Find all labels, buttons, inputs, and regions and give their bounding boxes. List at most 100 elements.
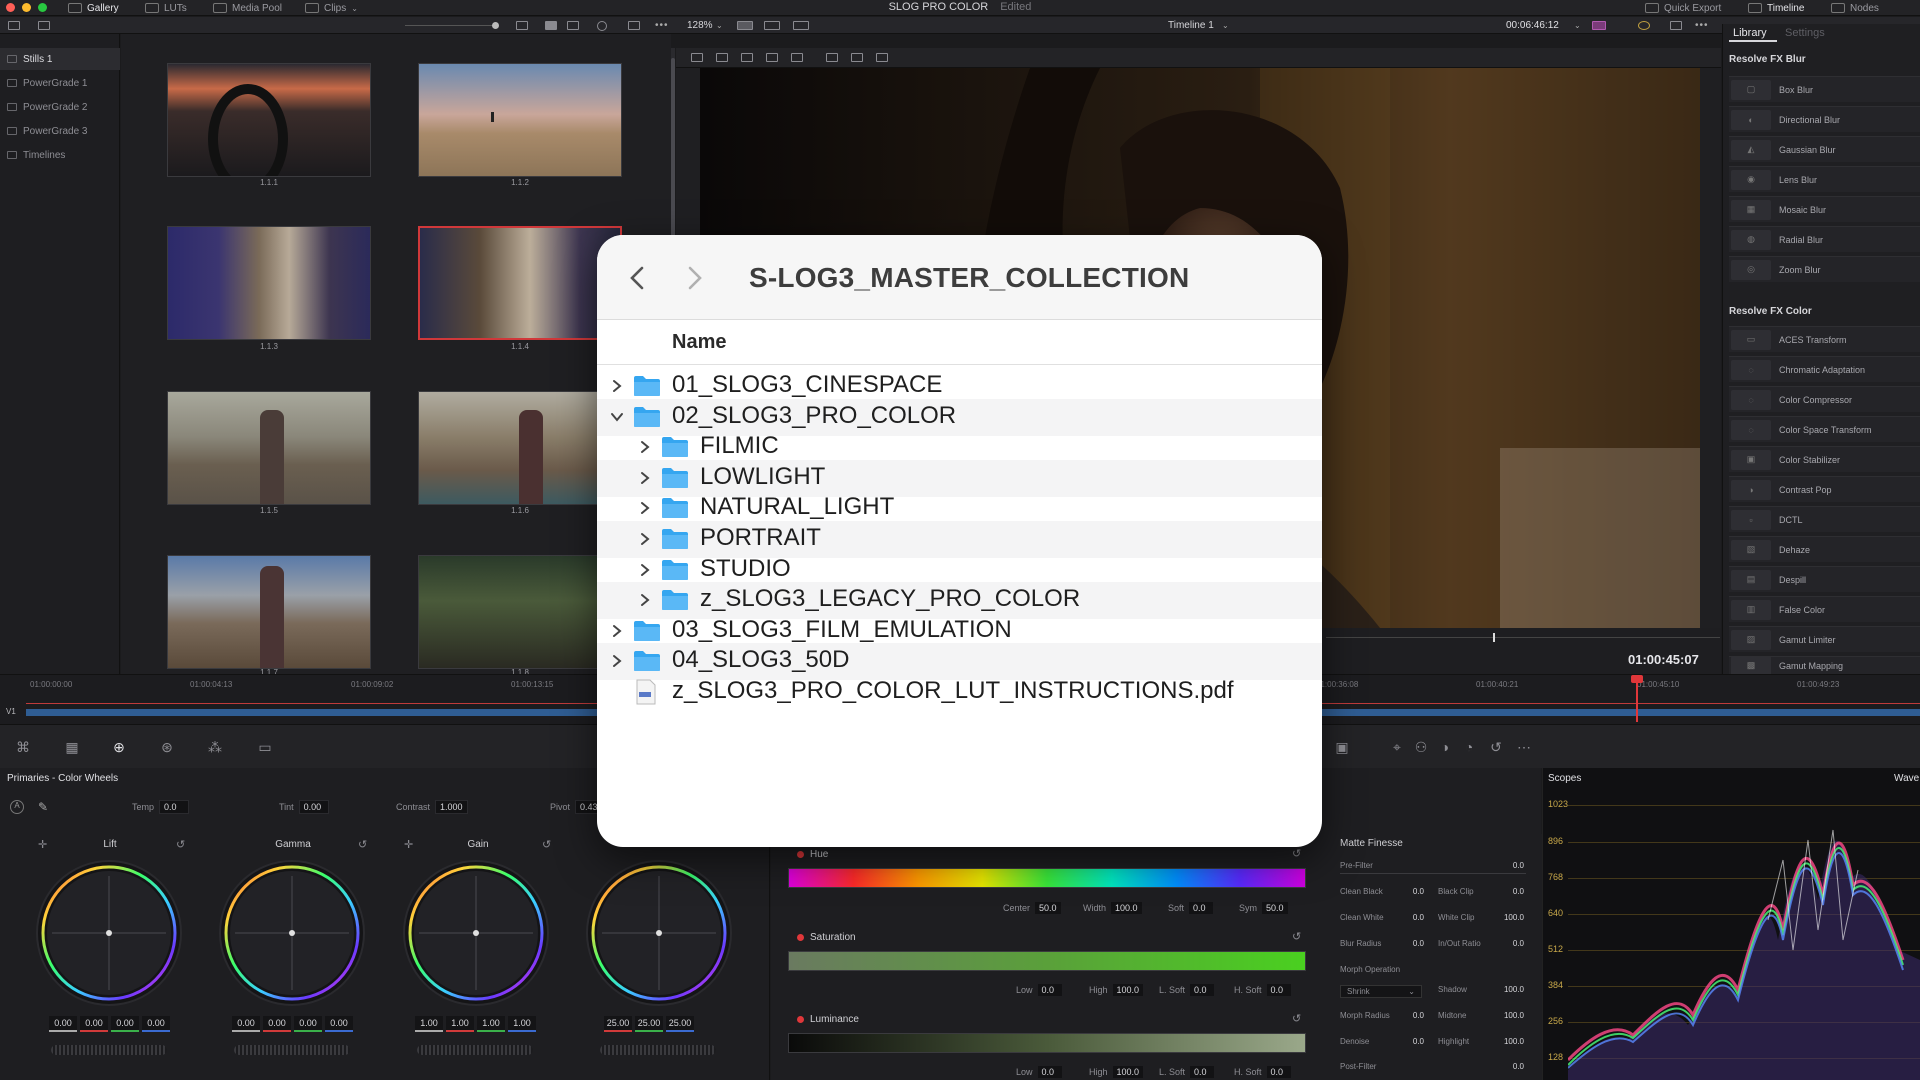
swap-tool-icon[interactable]	[741, 53, 753, 62]
value-y[interactable]: 1.00	[415, 1016, 443, 1032]
morph-operation-select[interactable]: Shrink ⌄	[1340, 985, 1422, 998]
forward-chevron-icon[interactable]	[685, 265, 705, 291]
fx-item[interactable]: ◑ Contrast Pop	[1729, 476, 1920, 502]
fullscreen-icon[interactable]	[1670, 21, 1682, 30]
expand-icon[interactable]	[628, 21, 640, 30]
scrubber-track[interactable]	[1326, 637, 1720, 638]
zoom-level[interactable]: 128%	[687, 18, 713, 33]
chevron-right-icon[interactable]	[637, 439, 653, 455]
search-icon[interactable]	[597, 21, 607, 31]
clean-black-value[interactable]: 0.0	[1400, 887, 1424, 896]
value-g[interactable]: 1.00	[477, 1016, 505, 1032]
fx-item[interactable]: ▭ ACES Transform	[1729, 326, 1920, 352]
window-icon[interactable]: ⚇	[1412, 739, 1430, 755]
tab-media-pool[interactable]: Media Pool	[213, 1, 282, 15]
album-timelines[interactable]: Timelines	[0, 144, 120, 166]
wipe-viewer-icon[interactable]	[793, 21, 809, 30]
chevron-down-icon[interactable]: ⌄	[1574, 18, 1581, 33]
more-options-icon[interactable]: •••	[655, 18, 669, 33]
value-r[interactable]: 1.00	[446, 1016, 474, 1032]
tint-field[interactable]: 0.00	[298, 800, 329, 814]
tracker-icon[interactable]: ◑	[1436, 739, 1454, 755]
playhead-handle[interactable]	[1631, 675, 1643, 683]
fx-item[interactable]: ◌ Color Space Transform	[1729, 416, 1920, 442]
value-g[interactable]: 0.00	[111, 1016, 139, 1032]
fx-item[interactable]: ◐ Directional Blur	[1729, 106, 1920, 132]
denoise-value[interactable]: 0.0	[1400, 1037, 1424, 1046]
magic-mask-icon[interactable]: ▣	[1333, 739, 1351, 755]
reset-icon[interactable]: ↺	[1487, 739, 1505, 755]
split-viewer-icon[interactable]	[764, 21, 780, 30]
saturation-bar[interactable]	[788, 951, 1306, 971]
sort-icon[interactable]	[516, 21, 528, 30]
fx-item[interactable]: ◍ Radial Blur	[1729, 226, 1920, 252]
fx-item[interactable]: ◌ Chromatic Adaptation	[1729, 356, 1920, 382]
value-y[interactable]: 0.00	[232, 1016, 260, 1032]
list-view-icon[interactable]	[567, 21, 579, 30]
column-header[interactable]: Name	[597, 321, 1322, 365]
fx-item[interactable]: ▦ Mosaic Blur	[1729, 196, 1920, 222]
refresh-icon[interactable]	[1638, 21, 1650, 30]
fx-item[interactable]: ▤ Despill	[1729, 566, 1920, 592]
value-y[interactable]: 0.00	[49, 1016, 77, 1032]
chevron-right-icon[interactable]	[637, 592, 653, 608]
shadow-value[interactable]: 100.0	[1500, 985, 1524, 994]
album-powergrade-3[interactable]: PowerGrade 3	[0, 120, 120, 142]
timeline-name[interactable]: Timeline 1	[1168, 18, 1214, 33]
grid-tool-icon[interactable]	[826, 53, 838, 62]
hue-bar[interactable]	[788, 868, 1306, 888]
still-thumbnail-selected[interactable]	[418, 226, 622, 340]
chevron-right-icon[interactable]	[637, 562, 653, 578]
postfilter-value[interactable]: 0.0	[1500, 1062, 1524, 1071]
color-space-icon[interactable]	[1592, 21, 1606, 30]
hue-toggle-icon[interactable]	[797, 851, 804, 858]
reset-icon[interactable]: ↺	[1292, 930, 1301, 943]
black-clip-value[interactable]: 0.0	[1500, 887, 1524, 896]
offset-wheel[interactable]	[584, 858, 734, 1008]
color-match-icon[interactable]: ▦	[63, 739, 81, 755]
blur-radius-value[interactable]: 0.0	[1400, 939, 1424, 948]
chevron-right-icon[interactable]	[609, 623, 625, 639]
fx-item[interactable]: ◎ Zoom Blur	[1729, 256, 1920, 282]
fx-item[interactable]: ▥ False Color	[1729, 596, 1920, 622]
chevron-down-icon[interactable]: ⌄	[1222, 18, 1229, 33]
blur-icon[interactable]: ◔	[1460, 739, 1478, 755]
prefilter-value[interactable]: 0.0	[1500, 861, 1524, 870]
value-b[interactable]: 0.00	[142, 1016, 170, 1032]
timeline-button[interactable]: Timeline	[1748, 1, 1804, 15]
highlight-value[interactable]: 100.0	[1500, 1037, 1524, 1046]
gamma-master-wheel[interactable]	[234, 1045, 350, 1055]
still-thumbnail[interactable]	[167, 555, 371, 669]
wipe-tool-icon[interactable]	[691, 53, 703, 62]
lift-wheel[interactable]	[34, 858, 184, 1008]
fx-item[interactable]: ▨ Gamut Limiter	[1729, 626, 1920, 652]
maximize-window-icon[interactable]	[38, 3, 47, 12]
nodes-button[interactable]: Nodes	[1831, 1, 1879, 15]
clean-white-value[interactable]: 0.0	[1400, 913, 1424, 922]
sidebar-toggle-icon[interactable]	[8, 21, 20, 30]
offset-master-wheel[interactable]	[600, 1045, 716, 1055]
close-window-icon[interactable]	[6, 3, 15, 12]
color-wheels-icon[interactable]: ⊕	[110, 739, 128, 755]
picker-icon[interactable]: ✎	[38, 800, 48, 814]
tab-settings[interactable]: Settings	[1785, 27, 1825, 39]
midtone-value[interactable]: 100.0	[1500, 1011, 1524, 1020]
safe-area-icon[interactable]	[851, 53, 863, 62]
fx-item[interactable]: ▧ Dehaze	[1729, 536, 1920, 562]
white-clip-value[interactable]: 100.0	[1500, 913, 1524, 922]
fx-item[interactable]: ◭ Gaussian Blur	[1729, 136, 1920, 162]
gamma-wheel[interactable]	[217, 858, 367, 1008]
contrast-field[interactable]: 1.000	[435, 800, 468, 814]
chevron-down-icon[interactable]	[609, 409, 625, 425]
still-thumbnail[interactable]	[418, 63, 622, 177]
thumbnail-size-slider[interactable]	[405, 25, 495, 26]
saturation-toggle-icon[interactable]	[797, 934, 804, 941]
reset-icon[interactable]: ↺	[1292, 1012, 1301, 1025]
lift-master-wheel[interactable]	[51, 1045, 167, 1055]
scope-mode[interactable]: Wave	[1894, 773, 1919, 784]
crosshair-icon[interactable]: ✛	[38, 838, 47, 851]
hdr-wheels-icon[interactable]: ⊛	[158, 739, 176, 755]
chevron-down-icon[interactable]: ⌄	[716, 18, 723, 33]
fx-item[interactable]: ▢ Box Blur	[1729, 76, 1920, 102]
gain-master-wheel[interactable]	[417, 1045, 533, 1055]
